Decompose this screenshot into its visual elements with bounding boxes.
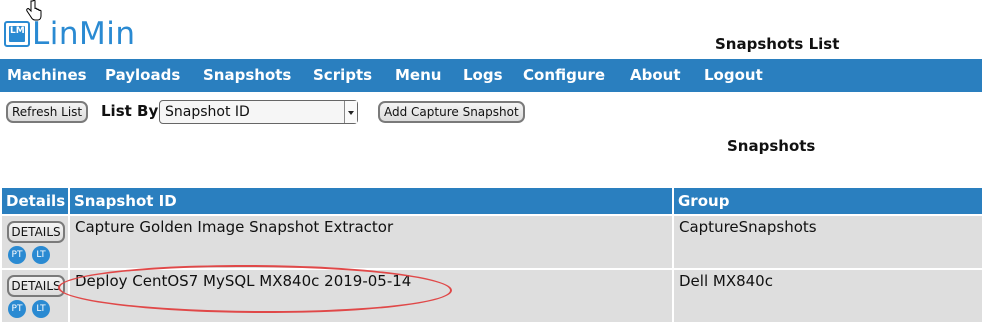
column-header-group: Group — [674, 188, 982, 214]
pt-badge[interactable]: PT — [8, 300, 26, 318]
lt-badge[interactable]: LT — [32, 246, 50, 264]
table-row-details-cell: DETAILS PT LT — [2, 270, 68, 322]
column-header-details: Details — [2, 188, 68, 214]
nav-snapshots[interactable]: Snapshots — [203, 59, 291, 92]
page-title: Snapshots List — [715, 35, 840, 53]
details-button[interactable]: DETAILS — [7, 221, 65, 243]
section-title: Snapshots — [727, 137, 816, 155]
dropdown-arrow-icon[interactable] — [344, 101, 357, 123]
logo-mark-icon: LM — [4, 21, 30, 47]
column-header-snapshot-id: Snapshot ID — [70, 188, 672, 214]
lt-badge[interactable]: LT — [32, 300, 50, 318]
logo-text: LinMin — [32, 15, 136, 52]
refresh-list-button[interactable]: Refresh List — [6, 101, 89, 123]
linmin-logo: LM LinMin — [4, 16, 136, 52]
details-button[interactable]: DETAILS — [7, 275, 65, 297]
table-row-snapshot-id-cell: Deploy CentOS7 MySQL MX840c 2019-05-14 — [70, 270, 672, 322]
logo-mark-text: LM — [10, 26, 25, 36]
nav-configure[interactable]: Configure — [523, 59, 605, 92]
nav-logs[interactable]: Logs — [463, 59, 503, 92]
table-row-group-cell: Dell MX840c — [674, 270, 982, 322]
nav-machines[interactable]: Machines — [7, 59, 87, 92]
list-by-select[interactable]: Snapshot ID — [159, 100, 358, 124]
table-row-snapshot-id-cell: Capture Golden Image Snapshot Extractor — [70, 216, 672, 268]
list-by-selected-value: Snapshot ID — [165, 104, 250, 120]
nav-about[interactable]: About — [630, 59, 681, 92]
nav-logout[interactable]: Logout — [704, 59, 763, 92]
table-row-details-cell: DETAILS PT LT — [2, 216, 68, 268]
add-capture-snapshot-button[interactable]: Add Capture Snapshot — [378, 101, 525, 123]
main-nav: Machines Payloads Snapshots Scripts Menu… — [0, 59, 982, 92]
pt-badge[interactable]: PT — [8, 246, 26, 264]
nav-scripts[interactable]: Scripts — [313, 59, 372, 92]
nav-menu[interactable]: Menu — [395, 59, 441, 92]
list-by-label: List By — [101, 102, 159, 120]
nav-payloads[interactable]: Payloads — [105, 59, 180, 92]
table-row-group-cell: CaptureSnapshots — [674, 216, 982, 268]
